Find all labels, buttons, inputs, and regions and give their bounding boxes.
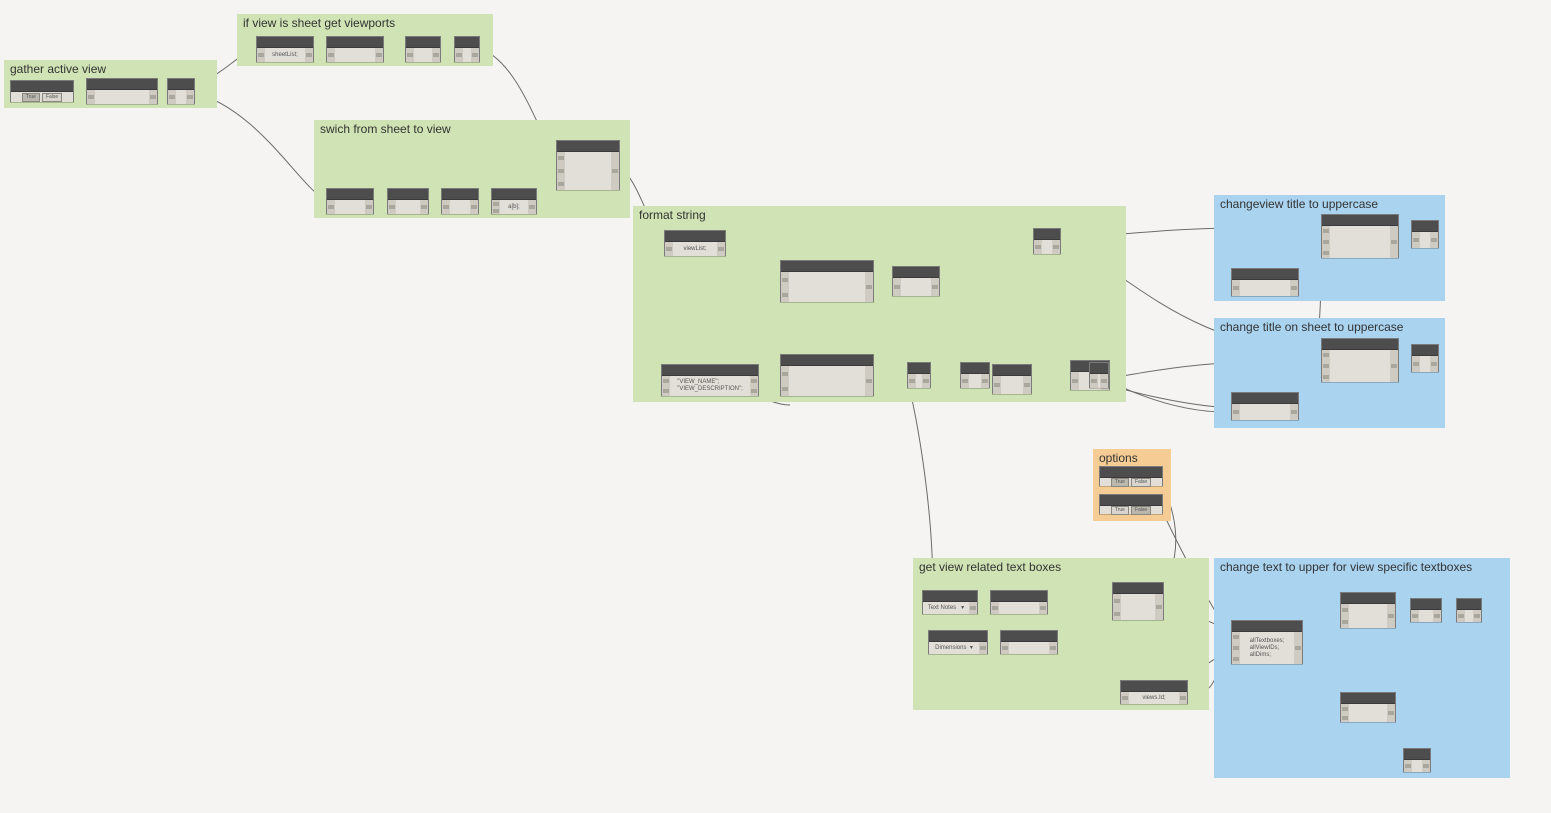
node-sheetlist[interactable]: sheetList; — [256, 36, 314, 62]
node-viewlist[interactable]: viewList; — [664, 230, 726, 256]
node-generic[interactable] — [1089, 362, 1109, 388]
node-generic[interactable] — [1340, 592, 1396, 628]
node-bool-truefalse[interactable]: True False — [10, 80, 74, 102]
group-label: format string — [639, 208, 706, 222]
node-generic[interactable] — [326, 188, 374, 214]
node-generic[interactable] — [1000, 630, 1058, 654]
node-all-textboxes[interactable]: allTextboxes; allViewIDs; allDims; — [1231, 620, 1303, 664]
node-generic[interactable] — [556, 140, 620, 190]
group-label: get view related text boxes — [919, 560, 1061, 574]
radio-false[interactable]: False — [1131, 478, 1151, 487]
group-label: gather active view — [10, 62, 106, 76]
node-text-notes[interactable]: Text Notes ▾ — [922, 590, 978, 614]
radio-true[interactable]: True — [22, 93, 40, 102]
node-text: Dimensions ▾ — [933, 644, 975, 653]
node-generic[interactable] — [86, 78, 158, 104]
node-generic[interactable] — [326, 36, 384, 62]
node-generic[interactable] — [1231, 392, 1299, 420]
radio-false[interactable]: False — [42, 93, 62, 102]
node-ab-index[interactable]: a[b]; — [491, 188, 537, 214]
node-generic[interactable] — [1411, 220, 1439, 248]
group-label: change title on sheet to uppercase — [1220, 320, 1403, 334]
node-generic[interactable] — [1321, 214, 1399, 258]
node-generic[interactable] — [441, 188, 479, 214]
node-generic[interactable] — [780, 354, 874, 396]
node-generic[interactable] — [1112, 582, 1164, 620]
group-label: if view is sheet get viewports — [243, 16, 395, 30]
node-generic[interactable] — [1033, 228, 1061, 254]
node-generic[interactable] — [387, 188, 429, 214]
group-label: swich from sheet to view — [320, 122, 451, 136]
group-label: options — [1099, 451, 1138, 465]
node-generic[interactable] — [990, 590, 1048, 614]
group-change-text-upper[interactable]: change text to upper for view specific t… — [1214, 558, 1510, 778]
node-generic[interactable] — [454, 36, 480, 62]
node-text: sheetList; — [270, 51, 300, 60]
node-generic[interactable] — [1410, 598, 1442, 622]
group-label: change text to upper for view specific t… — [1220, 560, 1472, 574]
node-generic[interactable] — [1411, 344, 1439, 372]
node-text: viewList; — [681, 245, 708, 254]
node-generic[interactable] — [405, 36, 441, 62]
dynamo-canvas[interactable]: { "groups": { "gather_active_view": {"la… — [0, 0, 1551, 813]
node-text: a[b]; — [506, 203, 522, 212]
node-viewname-params[interactable]: "VIEW_NAME"; "VIEW_DESCRIPTION"; — [661, 364, 759, 396]
node-option-1[interactable]: True False — [1099, 466, 1163, 486]
node-viewsid[interactable]: views.Id; — [1120, 680, 1188, 704]
node-generic[interactable] — [1321, 338, 1399, 382]
node-generic[interactable] — [780, 260, 874, 302]
group-label: changeview title to uppercase — [1220, 197, 1378, 211]
node-generic[interactable] — [167, 78, 195, 104]
node-text: allTextboxes; allViewIDs; allDims; — [1248, 637, 1287, 660]
radio-false[interactable]: False — [1131, 506, 1151, 515]
node-text: views.Id; — [1140, 694, 1167, 703]
node-text: "VIEW_NAME"; "VIEW_DESCRIPTION"; — [675, 378, 745, 394]
radio-true[interactable]: True — [1111, 478, 1129, 487]
node-generic[interactable] — [1403, 748, 1431, 772]
node-generic[interactable] — [1340, 692, 1396, 722]
node-generic[interactable] — [992, 364, 1032, 394]
node-generic[interactable] — [907, 362, 931, 388]
node-generic[interactable] — [960, 362, 990, 388]
node-option-2[interactable]: True False — [1099, 494, 1163, 514]
node-text: Text Notes ▾ — [926, 604, 966, 613]
radio-true[interactable]: True — [1111, 506, 1129, 515]
node-generic[interactable] — [1456, 598, 1482, 622]
node-generic[interactable] — [1231, 268, 1299, 296]
node-dimensions[interactable]: Dimensions ▾ — [928, 630, 988, 654]
node-generic[interactable] — [892, 266, 940, 296]
